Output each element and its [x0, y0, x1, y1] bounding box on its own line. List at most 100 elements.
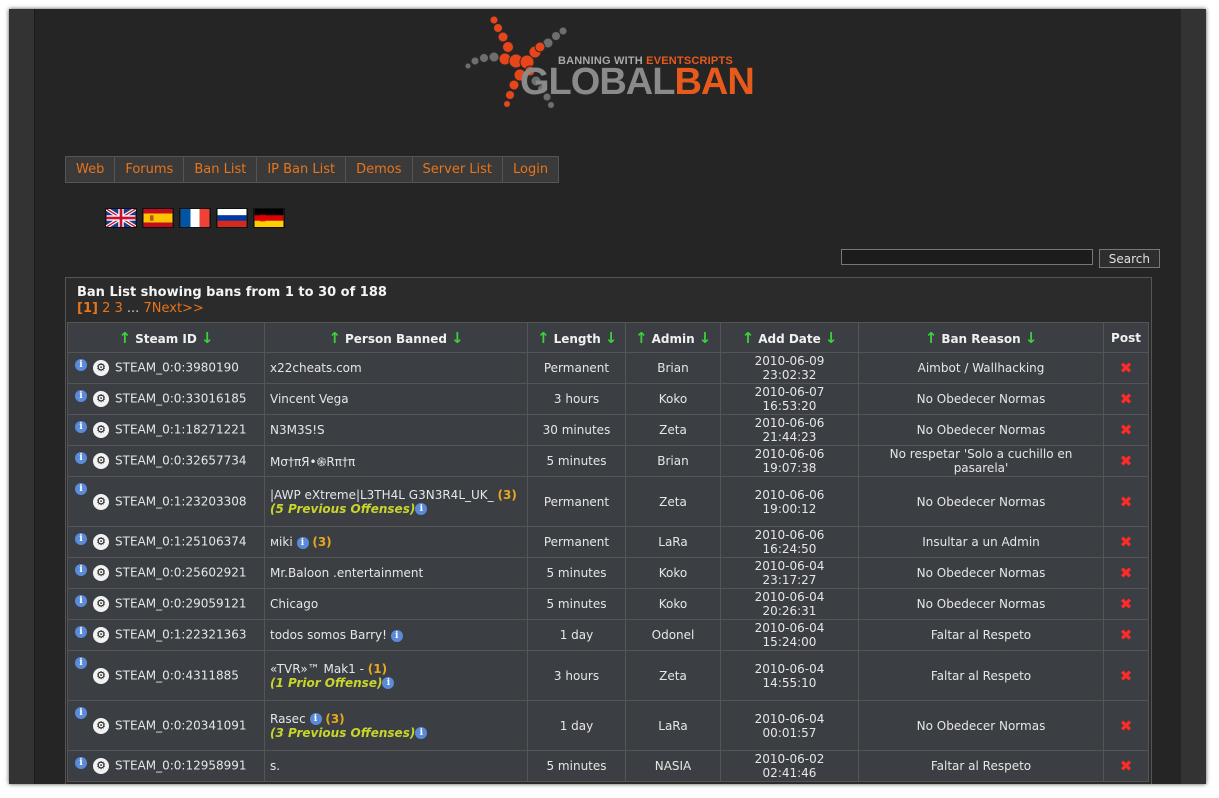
offense-count[interactable]: (1) — [368, 662, 387, 676]
delete-icon[interactable]: ✖ — [1120, 626, 1133, 644]
steam-profile-icon[interactable]: ⚙ — [93, 453, 109, 469]
sort-asc-icon[interactable]: ↑ — [328, 329, 341, 347]
steam-profile-icon[interactable]: ⚙ — [93, 758, 109, 774]
sort-asc-icon[interactable]: ↑ — [742, 329, 755, 347]
info-icon[interactable]: i — [75, 626, 87, 638]
offense-count[interactable]: (3) — [497, 488, 516, 502]
offense-count[interactable]: (3) — [325, 712, 344, 726]
person-name[interactable]: |AWP eXtreme|L3TH4L G3N3R4L_UK_ — [270, 488, 494, 502]
steam-profile-icon[interactable]: ⚙ — [93, 391, 109, 407]
steam-profile-icon[interactable]: ⚙ — [93, 667, 109, 684]
sort-asc-icon[interactable]: ↑ — [537, 329, 550, 347]
col-ban-reason[interactable]: ↑ Ban Reason ↓ — [858, 322, 1104, 353]
sort-desc-icon[interactable]: ↓ — [451, 329, 464, 347]
person-name[interactable]: Rasec — [270, 712, 306, 726]
prior-offenses[interactable]: (3 Previous Offenses) — [270, 726, 415, 740]
delete-icon[interactable]: ✖ — [1120, 493, 1133, 511]
delete-icon[interactable]: ✖ — [1120, 757, 1133, 775]
steam-profile-icon[interactable]: ⚙ — [93, 493, 109, 510]
info-icon[interactable]: i — [390, 629, 403, 642]
steam-profile-icon[interactable]: ⚙ — [93, 717, 109, 734]
info-icon[interactable]: i — [296, 536, 309, 549]
info-icon[interactable]: i — [75, 390, 87, 402]
page-next-link[interactable]: Next>> — [152, 301, 204, 316]
col-admin[interactable]: ↑ Admin ↓ — [625, 322, 721, 353]
offense-count[interactable]: (3) — [312, 535, 331, 549]
info-icon[interactable]: i — [75, 757, 87, 769]
info-icon[interactable]: i — [75, 707, 87, 719]
sort-desc-icon[interactable]: ↓ — [825, 329, 838, 347]
person-name[interactable]: Chicago — [270, 597, 318, 611]
info-icon[interactable]: i — [75, 452, 87, 464]
flag-uk-icon[interactable] — [105, 208, 137, 228]
sort-asc-icon[interactable]: ↑ — [635, 329, 648, 347]
info-icon[interactable]: i — [75, 564, 87, 576]
delete-icon[interactable]: ✖ — [1120, 390, 1133, 408]
col-steam-id[interactable]: ↑ Steam ID ↓ — [67, 322, 265, 353]
globalban-logo[interactable]: BANNING WITH EVENTSCRIPTS GLOBALBAN — [448, 9, 760, 113]
delete-icon[interactable]: ✖ — [1120, 564, 1133, 582]
nav-forums[interactable]: Forums — [115, 157, 185, 182]
col-person-banned[interactable]: ↑ Person Banned ↓ — [264, 322, 528, 353]
info-icon[interactable]: i — [415, 727, 428, 739]
steam-profile-icon[interactable]: ⚙ — [93, 596, 109, 612]
sort-desc-icon[interactable]: ↓ — [605, 329, 618, 347]
info-icon[interactable]: i — [382, 677, 395, 689]
person-name[interactable]: мikі — [270, 535, 293, 549]
flag-france-icon[interactable] — [179, 208, 211, 228]
steam-profile-icon[interactable]: ⚙ — [93, 534, 109, 550]
search-input[interactable] — [840, 249, 1093, 265]
prior-offenses[interactable]: (1 Prior Offense) — [270, 676, 382, 690]
sort-desc-icon[interactable]: ↓ — [699, 329, 712, 347]
info-icon[interactable]: i — [75, 657, 87, 669]
info-icon[interactable]: i — [75, 421, 87, 433]
steam-profile-icon[interactable]: ⚙ — [93, 422, 109, 438]
person-name[interactable]: N3M3S!S — [270, 423, 325, 437]
delete-icon[interactable]: ✖ — [1120, 533, 1133, 551]
search-button[interactable]: Search — [1098, 249, 1160, 268]
nav-web[interactable]: Web — [66, 157, 116, 182]
person-name[interactable]: Vincent Vega — [270, 392, 349, 406]
flag-spain-icon[interactable] — [142, 208, 174, 228]
sort-desc-icon[interactable]: ↓ — [1025, 329, 1038, 347]
info-icon[interactable]: i — [75, 359, 87, 371]
delete-icon[interactable]: ✖ — [1120, 421, 1133, 439]
person-name[interactable]: s. — [270, 759, 280, 773]
page-link-2[interactable]: 2 — [102, 301, 110, 316]
person-name[interactable]: Mr.Baloon .entertainment — [270, 566, 423, 580]
page-link-last[interactable]: 7 — [143, 301, 151, 316]
steam-profile-icon[interactable]: ⚙ — [93, 565, 109, 581]
info-icon[interactable]: i — [75, 483, 87, 495]
steam-profile-icon[interactable]: ⚙ — [93, 627, 109, 643]
sort-desc-icon[interactable]: ↓ — [201, 329, 214, 347]
steam-profile-icon[interactable]: ⚙ — [93, 360, 109, 376]
delete-icon[interactable]: ✖ — [1120, 452, 1133, 470]
nav-demos[interactable]: Demos — [346, 157, 413, 182]
col-length[interactable]: ↑ Length ↓ — [527, 322, 626, 353]
add-date-cell: 2010-06-04 20:26:31 — [720, 588, 859, 620]
flag-germany-icon[interactable] — [253, 208, 285, 228]
info-icon[interactable]: i — [75, 595, 87, 607]
info-icon[interactable]: i — [415, 503, 428, 515]
person-name[interactable]: Mσ†πЯ•֍Rπ†π — [270, 455, 355, 469]
delete-icon[interactable]: ✖ — [1120, 667, 1133, 685]
info-icon[interactable]: i — [309, 713, 322, 725]
nav-ip-ban-list[interactable]: IP Ban List — [257, 157, 347, 182]
nav-login[interactable]: Login — [503, 157, 558, 182]
prior-offenses[interactable]: (5 Previous Offenses) — [270, 502, 415, 516]
info-icon[interactable]: i — [75, 533, 87, 545]
steam-id: STEAM_0:1:23203308 — [115, 494, 247, 508]
person-name[interactable]: todos somos Barry! — [270, 628, 387, 642]
page-link-3[interactable]: 3 — [115, 301, 123, 316]
sort-asc-icon[interactable]: ↑ — [119, 329, 132, 347]
sort-asc-icon[interactable]: ↑ — [925, 329, 938, 347]
delete-icon[interactable]: ✖ — [1120, 359, 1133, 377]
person-name[interactable]: x22cheats.com — [270, 361, 362, 375]
col-add-date[interactable]: ↑ Add Date ↓ — [720, 322, 859, 353]
person-name[interactable]: «TVR»™ Mak1 - — [270, 662, 364, 676]
delete-icon[interactable]: ✖ — [1120, 595, 1133, 613]
nav-server-list[interactable]: Server List — [413, 157, 504, 182]
delete-icon[interactable]: ✖ — [1120, 717, 1133, 735]
flag-russia-icon[interactable] — [216, 208, 248, 228]
nav-ban-list[interactable]: Ban List — [184, 157, 258, 182]
